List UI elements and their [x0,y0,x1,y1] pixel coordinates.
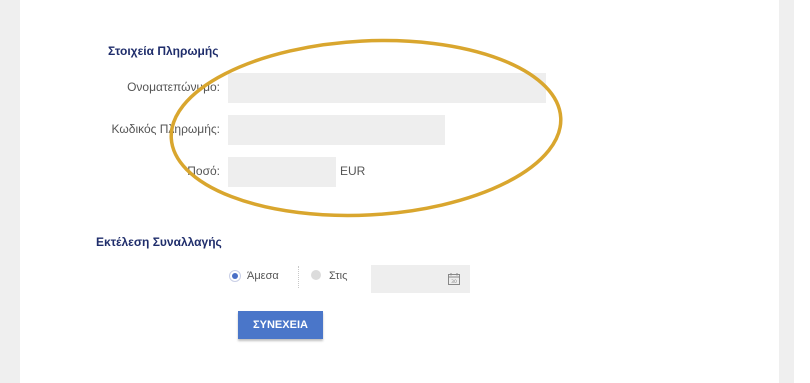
radio-now[interactable] [229,270,241,282]
date-input[interactable]: 30 [371,265,470,293]
fullname-input[interactable] [228,73,546,103]
radio-on-date-label: Στις [329,270,348,282]
payment-code-label: Κωδικός Πληρωμής: [111,122,220,136]
calendar-icon[interactable]: 30 [448,273,460,285]
currency-label: EUR [340,164,366,178]
payment-section-title: Στοιχεία Πληρωμής [108,44,219,58]
fullname-label: Ονοματεπώνυμο: [127,80,220,94]
radio-now-label: Άμεσα [247,270,279,282]
payment-code-input[interactable] [228,115,445,145]
amount-label: Ποσό: [187,164,220,178]
right-margin-bar [779,0,794,383]
left-margin-bar [0,0,20,383]
execution-section-title: Εκτέλεση Συναλλαγής [96,235,222,249]
svg-text:30: 30 [451,279,457,285]
radio-on-date[interactable] [311,270,321,280]
option-separator [298,266,299,288]
amount-input[interactable] [228,157,336,187]
continue-button[interactable]: ΣΥΝΕΧΕΙΑ [238,311,323,339]
